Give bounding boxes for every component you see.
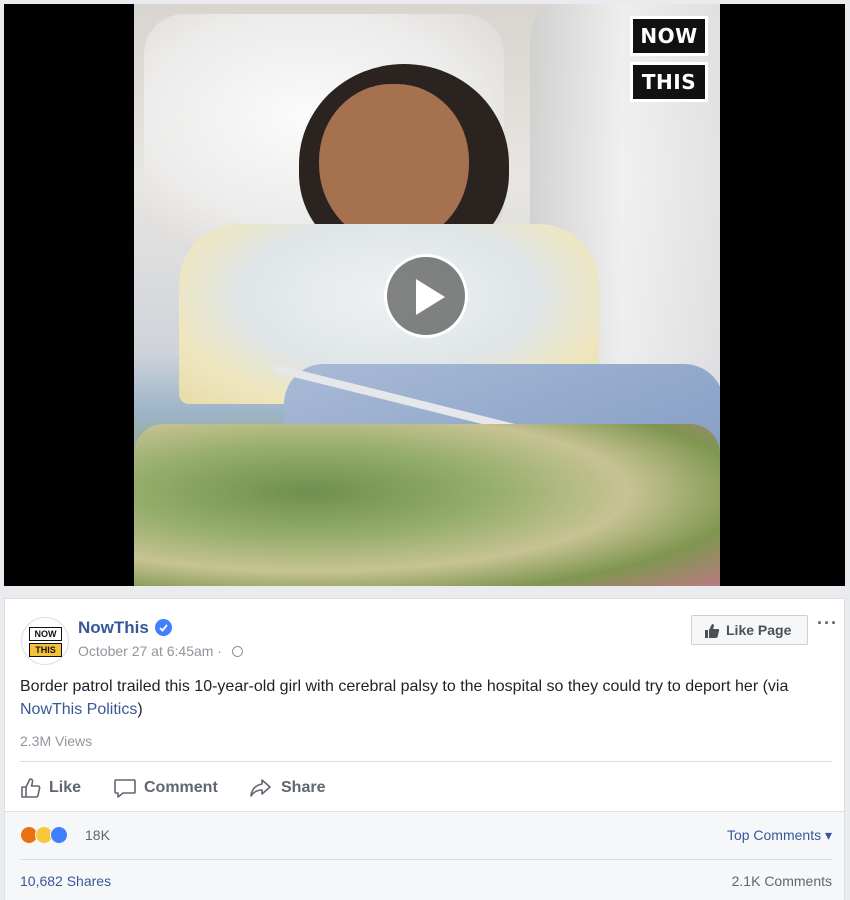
- brand-watermark-line-1: NOW: [630, 16, 708, 56]
- avatar-text-top: NOW: [29, 627, 62, 641]
- share-label: Share: [281, 779, 326, 796]
- post-card: NOW THIS NowThis October 27 at 6:45am · …: [4, 598, 845, 900]
- more-options-icon[interactable]: ···: [817, 613, 838, 634]
- like-icon: [21, 778, 41, 798]
- like-reaction-icon: [50, 826, 68, 844]
- video-player[interactable]: NOW THIS: [4, 4, 845, 586]
- actions-divider-top: [20, 761, 832, 762]
- post-text-main: Border patrol trailed this 10-year-old g…: [20, 678, 789, 695]
- share-icon: [250, 779, 271, 797]
- shares-count-link[interactable]: 10,682 Shares: [20, 873, 111, 889]
- comment-icon: [114, 779, 136, 798]
- thumbnail-blanket-green: [134, 424, 720, 586]
- post-footer: 18K Top Comments ▾ 10,682 Shares 2.1K Co…: [5, 811, 844, 900]
- verified-badge-icon: [155, 619, 172, 636]
- like-label: Like: [49, 779, 82, 796]
- thumbnail-face: [319, 84, 469, 244]
- view-count: 2.3M Views: [20, 733, 93, 749]
- play-icon: [416, 279, 445, 315]
- top-comments-dropdown[interactable]: Top Comments ▾: [727, 827, 832, 844]
- comments-count[interactable]: 2.1K Comments: [732, 873, 832, 889]
- play-button[interactable]: [384, 254, 468, 338]
- avatar-text-bottom: THIS: [29, 643, 62, 657]
- thumbs-up-icon: [705, 624, 720, 638]
- globe-icon: [232, 646, 243, 657]
- brand-watermark-line-2: THIS: [630, 62, 708, 102]
- post-text-end: ): [137, 701, 143, 718]
- brand-watermark: NOW THIS: [630, 16, 708, 108]
- like-page-button[interactable]: Like Page: [691, 615, 808, 645]
- post-timestamp[interactable]: October 27 at 6:45am ·: [78, 643, 222, 659]
- action-bar: Like Comment Share: [5, 769, 846, 809]
- page-avatar[interactable]: NOW THIS: [21, 617, 69, 665]
- like-page-label: Like Page: [726, 622, 792, 638]
- post-text: Border patrol trailed this 10-year-old g…: [20, 675, 825, 721]
- nowthis-politics-link[interactable]: NowThis Politics: [20, 701, 137, 718]
- footer-divider: [20, 859, 832, 860]
- reaction-count: 18K: [85, 827, 110, 843]
- comment-label: Comment: [144, 779, 218, 796]
- page-name-link[interactable]: NowThis: [78, 618, 149, 638]
